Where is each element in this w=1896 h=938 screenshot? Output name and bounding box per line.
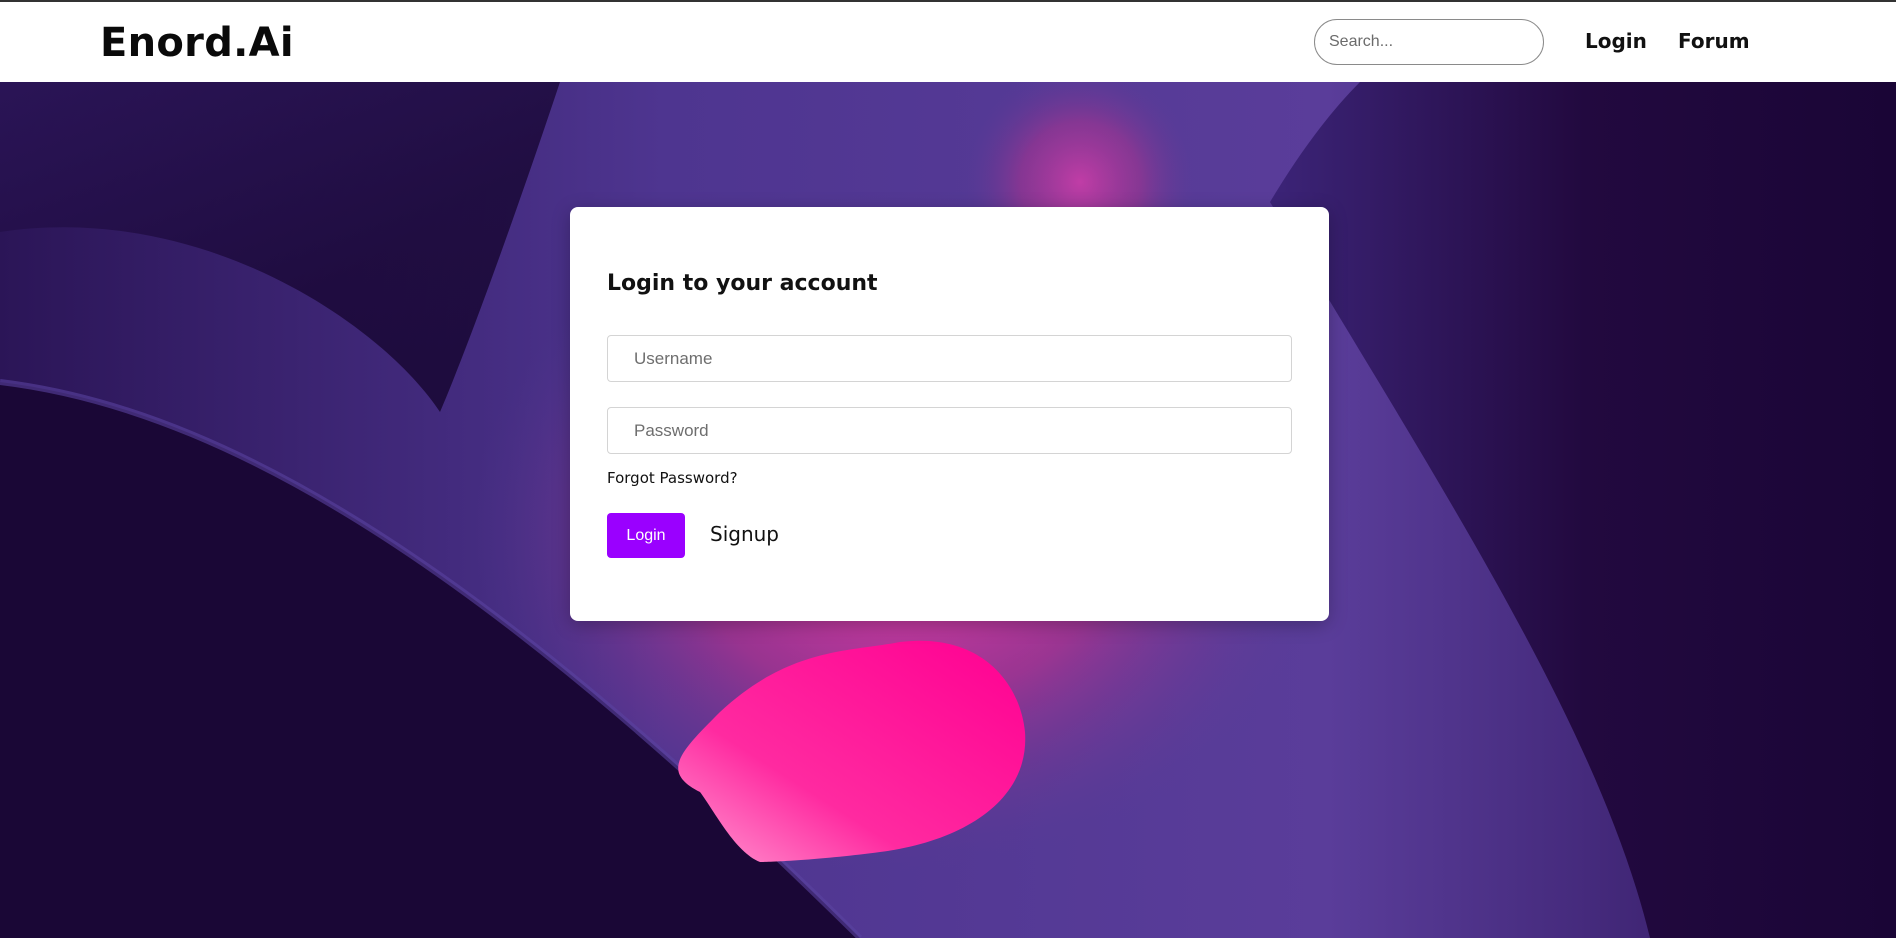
search-input[interactable]: [1314, 19, 1544, 65]
password-field[interactable]: [607, 407, 1292, 454]
nav-login-link[interactable]: Login: [1585, 29, 1647, 53]
login-button[interactable]: Login: [607, 513, 685, 558]
login-card: Login to your account Forgot Password? L…: [570, 207, 1329, 621]
login-card-title: Login to your account: [607, 271, 878, 296]
username-field[interactable]: [607, 335, 1292, 382]
nav-forum-link[interactable]: Forum: [1678, 29, 1750, 53]
brand-logo-text[interactable]: Enord.Ai: [100, 20, 294, 66]
signup-link[interactable]: Signup: [710, 522, 779, 546]
forgot-password-link[interactable]: Forgot Password?: [607, 469, 738, 487]
top-navbar: Enord.Ai Login Forum: [0, 0, 1896, 82]
